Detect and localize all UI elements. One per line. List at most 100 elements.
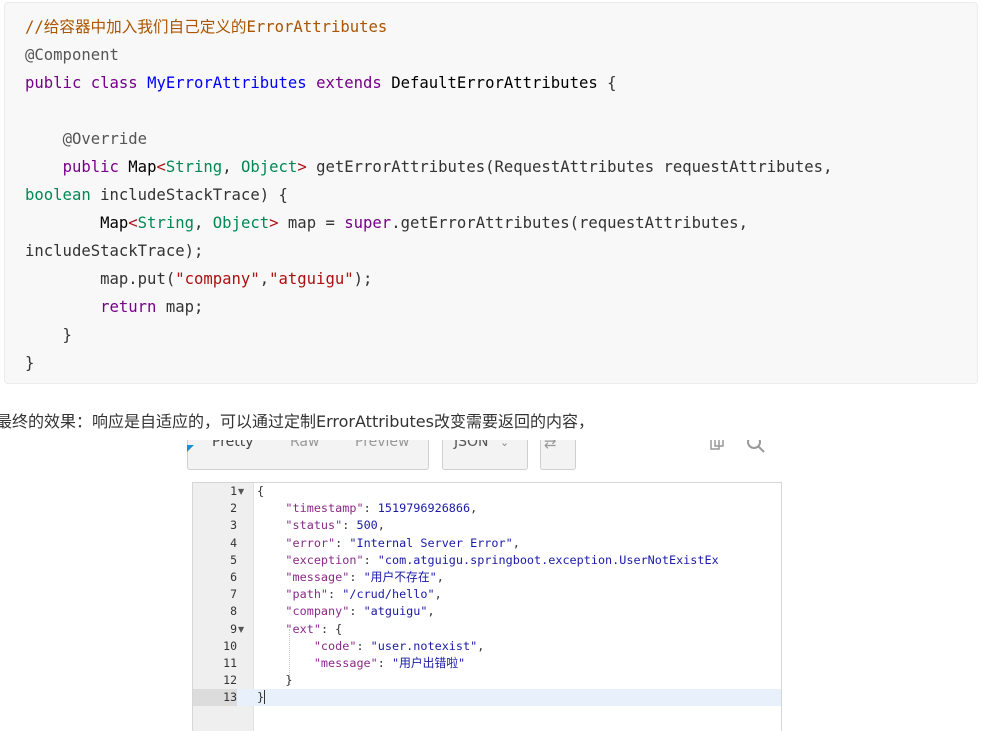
json-key: "company" (285, 604, 350, 619)
line-number: 13 (193, 689, 237, 707)
code-method-signature: getErrorAttributes(RequestAttributes req… (306, 158, 833, 176)
line-number: 5 (230, 552, 237, 567)
code-generic-open: < (156, 158, 166, 176)
json-value: "用户不存在" (363, 569, 437, 584)
json-line-1: 1 ▼ { (193, 483, 781, 500)
code-line-9: includeStackTrace); (25, 237, 832, 265)
line-number: 4 (230, 535, 237, 550)
json-key: "status" (285, 518, 343, 533)
json-text: } (257, 690, 266, 705)
json-text: "timestamp": 1519796926866, (285, 501, 478, 516)
json-editor[interactable]: 1 ▼ { 2 "timestamp": 1519796926866, 3 "s… (192, 482, 782, 731)
json-key: "code" (313, 638, 357, 653)
code-call: .getErrorAttributes(requestAttributes, (391, 214, 748, 232)
json-text: "message": "用户出错啦" (313, 655, 466, 670)
code-annotation-override: @Override (62, 130, 148, 148)
json-text: "company": "atguigu", (285, 604, 435, 619)
tab-raw[interactable]: Raw (290, 440, 319, 450)
copy-icon[interactable] (710, 440, 724, 450)
json-value: "Internal Server Error" (349, 535, 513, 550)
code-type: Map (128, 158, 157, 176)
code-brace: { (607, 74, 617, 92)
json-text: "code": "user.notexist", (313, 638, 485, 653)
code-type-arg: String (137, 214, 195, 232)
code-generic-open: < (128, 214, 138, 232)
json-line-13: 13 } (193, 689, 781, 707)
json-line-11: 11 "message": "用户出错啦" (193, 655, 781, 672)
line-number: 9 (230, 621, 237, 636)
code-line-10: map.put("company","atguigu"); (25, 265, 832, 293)
code-keyword: return (100, 298, 157, 316)
json-value: "用户出错啦" (391, 655, 466, 670)
json-line-2: 2 "timestamp": 1519796926866, (193, 500, 781, 517)
code-keyword: class (90, 74, 138, 92)
json-key: "error" (285, 535, 336, 550)
json-value: 1519796926866 (377, 501, 471, 516)
json-line-5: 5 "exception": "com.atguigu.springboot.e… (193, 552, 781, 569)
code-args: includeStackTrace); (25, 242, 204, 260)
json-line-12: 12 } (193, 672, 781, 689)
json-text: } (257, 673, 293, 688)
line-number: 7 (230, 587, 237, 602)
code-parent-class: DefaultErrorAttributes (391, 74, 598, 92)
json-line-6: 6 "message": "用户不存在", (193, 569, 781, 586)
code-keyword: extends (316, 74, 382, 92)
code-line-12: } (25, 321, 832, 349)
fold-arrow-icon[interactable]: ▼ (238, 483, 244, 500)
code-type-arg: String (165, 158, 223, 176)
code-return-value: map; (156, 298, 204, 316)
line-number: 3 (230, 518, 237, 533)
code-generic-close: > (297, 158, 307, 176)
code-line-8: Map<String, Object> map = super.getError… (25, 209, 832, 237)
json-text: "exception": "com.atguigu.springboot.exc… (285, 552, 719, 567)
json-value: "/crud/hello" (342, 587, 435, 602)
json-value: "user.notexist" (370, 638, 478, 653)
code-comma: , (194, 214, 213, 232)
code-keyword: public (25, 74, 82, 92)
line-number: 12 (223, 673, 237, 688)
json-key: "message" (285, 569, 350, 584)
json-key: "path" (285, 587, 329, 602)
json-value: "com.atguigu.springboot.exception.UserNo… (377, 552, 719, 567)
code-brace: } (25, 326, 72, 344)
result-caption: 最终的效果：响应是自适应的，可以通过定制ErrorAttributes改变需要返… (0, 412, 594, 431)
line-number: 11 (223, 655, 237, 670)
wrap-lines-icon: ⇄ (544, 440, 557, 452)
line-number: 8 (230, 604, 237, 619)
line-number: 10 (223, 638, 237, 653)
json-text: { (257, 484, 265, 498)
search-icon[interactable] (746, 440, 766, 454)
code-line-2: @Component (25, 41, 832, 69)
json-line-8: 8 "company": "atguigu", (193, 603, 781, 620)
fold-arrow-icon[interactable]: ▼ (238, 621, 244, 638)
tab-preview[interactable]: Preview (355, 440, 410, 450)
json-line-4: 4 "error": "Internal Server Error", (193, 535, 781, 552)
code-type-arg: Object (212, 214, 270, 232)
code-call-end: ); (353, 270, 373, 288)
json-line-9: 9 ▼ "ext": { (193, 621, 781, 638)
code-keyword: super (344, 214, 392, 232)
code-type: boolean (25, 186, 91, 204)
code-comment: //给容器中加入我们自己定义的ErrorAttributes (25, 18, 388, 36)
tab-pretty[interactable]: Pretty (212, 440, 254, 450)
line-number: 6 (230, 569, 237, 584)
json-text: "ext": { (285, 621, 343, 636)
code-brace: } (25, 354, 35, 372)
code-assign: map = (278, 214, 345, 232)
code-string: "company" (175, 270, 260, 288)
json-key: "ext" (285, 621, 321, 636)
code-line-11: return map; (25, 293, 832, 321)
code-generic-close: > (269, 214, 279, 232)
code-string: "atguigu" (269, 270, 354, 288)
code-comma: , (259, 270, 270, 288)
format-select-label: JSON (454, 440, 489, 450)
json-text: "message": "用户不存在", (285, 569, 444, 584)
code-line-5: @Override (25, 125, 832, 153)
response-viewer-screenshot: Pretty Raw Preview JSON ⌄ ⇄ 1 ▼ { 2 "tim… (180, 440, 795, 731)
code-type: Map (100, 214, 129, 232)
json-line-10: 10 "code": "user.notexist", (193, 638, 781, 655)
json-key: "timestamp" (285, 501, 364, 516)
